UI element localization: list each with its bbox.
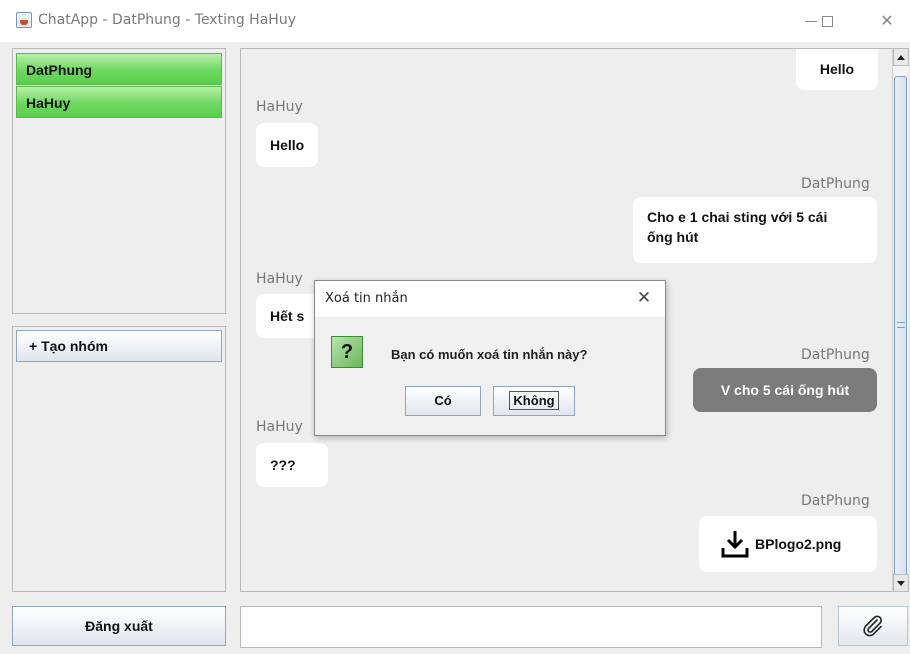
message-bubble-selected[interactable]: V cho 5 cái ống hút	[693, 368, 877, 412]
message-text: Hết s	[270, 308, 305, 324]
attach-button[interactable]	[838, 606, 908, 646]
title-bar: ChatApp - DatPhung - Texting HaHuy ✕	[0, 0, 910, 42]
arrow-down-icon	[897, 580, 905, 586]
dialog-message: Bạn có muốn xoá tin nhắn này?	[391, 347, 588, 362]
logout-button[interactable]: Đăng xuất	[12, 606, 226, 646]
message-bubble[interactable]: ???	[256, 443, 328, 487]
close-icon: ✕	[880, 13, 894, 30]
message-bubble[interactable]: Hello	[256, 123, 319, 167]
arrow-up-icon	[897, 54, 905, 60]
maximize-button[interactable]	[804, 6, 850, 36]
message-text-line: ống hút	[647, 229, 699, 245]
contact-list: DatPhung HaHuy	[12, 48, 226, 314]
download-icon	[721, 531, 749, 558]
message-sender: DatPhung	[801, 347, 870, 363]
delete-message-dialog: Xoá tin nhắn ✕ ? Bạn có muốn xoá tin nhắ…	[314, 280, 666, 436]
message-text-line: Cho e 1 chai sting với 5 cái	[647, 209, 828, 225]
yes-button[interactable]: Có	[405, 386, 481, 416]
dialog-title-bar: Xoá tin nhắn ✕	[315, 281, 665, 317]
message-text: V cho 5 cái ống hút	[720, 382, 850, 398]
window-title: ChatApp - DatPhung - Texting HaHuy	[38, 12, 296, 28]
no-button[interactable]: Không	[493, 386, 575, 416]
close-icon: ✕	[636, 288, 652, 307]
no-button-label: Không	[509, 391, 559, 410]
contact-item-datphung[interactable]: DatPhung	[16, 53, 222, 85]
scroll-up-button[interactable]	[893, 48, 909, 66]
message-sender: DatPhung	[801, 493, 870, 509]
message-text: ???	[270, 457, 296, 473]
message-sender: HaHuy	[256, 99, 303, 115]
dialog-title: Xoá tin nhắn	[325, 291, 408, 306]
close-button[interactable]: ✕	[864, 6, 910, 36]
grip-icon	[897, 322, 905, 328]
message-sender: HaHuy	[256, 419, 303, 435]
java-app-icon	[16, 12, 32, 28]
message-sender: DatPhung	[801, 176, 870, 192]
scroll-thumb[interactable]	[894, 76, 907, 580]
dialog-close-button[interactable]: ✕	[631, 285, 657, 311]
contact-item-hahuy[interactable]: HaHuy	[16, 86, 222, 118]
scroll-down-button[interactable]	[893, 574, 909, 592]
message-bubble[interactable]: Hello	[796, 49, 878, 90]
group-panel: + Tạo nhóm	[12, 326, 226, 592]
message-input[interactable]	[240, 606, 822, 648]
message-bubble[interactable]: Cho e 1 chai sting với 5 cái ống hút	[633, 197, 877, 263]
maximize-icon	[821, 15, 833, 27]
chat-scrollbar[interactable]	[892, 48, 909, 592]
create-group-button[interactable]: + Tạo nhóm	[16, 330, 222, 362]
question-icon: ?	[331, 336, 363, 368]
paperclip-icon	[863, 615, 882, 637]
message-text: Hello	[270, 137, 305, 153]
file-message-bubble[interactable]: BPlogo2.png	[699, 516, 877, 572]
file-name: BPlogo2.png	[755, 536, 842, 552]
message-sender: HaHuy	[256, 271, 303, 287]
message-text: Hello	[819, 61, 855, 77]
